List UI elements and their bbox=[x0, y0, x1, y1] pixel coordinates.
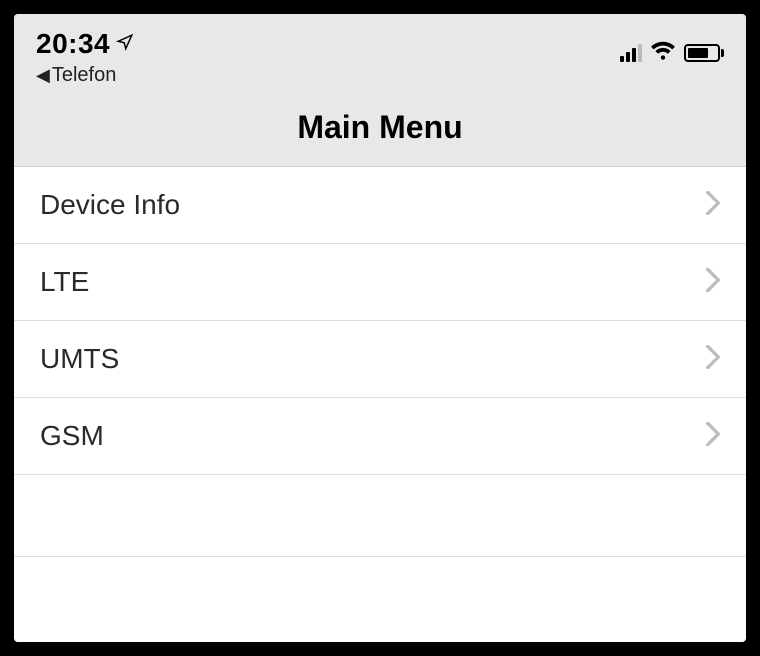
menu-item-label: GSM bbox=[40, 420, 104, 452]
wifi-icon bbox=[650, 40, 676, 65]
status-bar: 20:34 ◀ Telefon bbox=[14, 14, 746, 91]
chevron-right-icon bbox=[706, 268, 720, 297]
status-bar-left: 20:34 ◀ Telefon bbox=[36, 28, 134, 87]
status-bar-right bbox=[620, 28, 724, 65]
chevron-right-icon bbox=[706, 345, 720, 374]
page-title: Main Menu bbox=[14, 109, 746, 146]
menu-list: Device Info LTE UMTS GSM bbox=[14, 167, 746, 642]
status-time: 20:34 bbox=[36, 28, 110, 60]
screen: 20:34 ◀ Telefon bbox=[14, 14, 746, 642]
back-to-app-button[interactable]: ◀ Telefon bbox=[36, 64, 116, 87]
cellular-signal-icon bbox=[620, 44, 642, 62]
location-icon bbox=[116, 31, 134, 57]
menu-item-label: UMTS bbox=[40, 343, 119, 375]
menu-item-label: Device Info bbox=[40, 189, 180, 221]
menu-item-label: LTE bbox=[40, 266, 89, 298]
menu-item-gsm[interactable]: GSM bbox=[14, 398, 746, 475]
battery-icon bbox=[684, 44, 724, 62]
back-caret-icon: ◀ bbox=[36, 65, 50, 86]
device-frame: 20:34 ◀ Telefon bbox=[0, 0, 760, 656]
time-row: 20:34 bbox=[36, 28, 134, 60]
menu-item-lte[interactable]: LTE bbox=[14, 244, 746, 321]
menu-item-device-info[interactable]: Device Info bbox=[14, 167, 746, 244]
chevron-right-icon bbox=[706, 422, 720, 451]
back-app-label: Telefon bbox=[52, 64, 117, 87]
chevron-right-icon bbox=[706, 191, 720, 220]
empty-row bbox=[14, 475, 746, 557]
menu-item-umts[interactable]: UMTS bbox=[14, 321, 746, 398]
navigation-header: Main Menu bbox=[14, 91, 746, 167]
